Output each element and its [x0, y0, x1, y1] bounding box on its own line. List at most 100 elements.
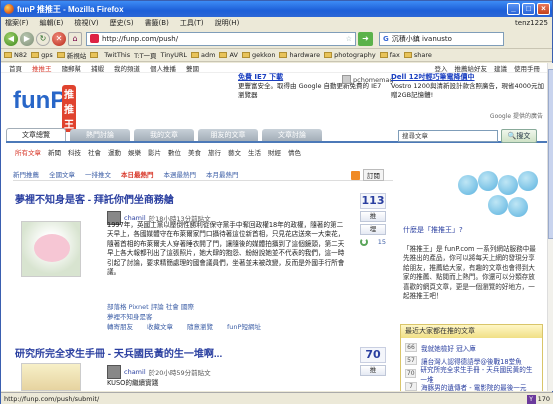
home-button[interactable]: ⌂ [68, 31, 82, 46]
bookmark-item[interactable]: hardware [279, 51, 320, 59]
category-item[interactable]: 旅行 [208, 147, 221, 158]
category-item[interactable]: 社會 [88, 147, 101, 158]
vertical-scrollbar[interactable] [547, 63, 553, 391]
site-search-button[interactable]: 🔍搜文 [501, 129, 537, 143]
bookmark-item[interactable]: adm [191, 51, 215, 59]
subtab-item[interactable]: 一排推文 [85, 169, 111, 180]
pchome-badge[interactable]: pchomemag [342, 75, 394, 84]
short-url-link[interactable]: funP短網址 [227, 321, 261, 331]
scrollbar-thumb[interactable] [548, 69, 553, 239]
category-item[interactable]: 科技 [68, 147, 81, 158]
ad-dell-link[interactable]: Dell 12吋輕巧筆電降價中 [391, 73, 546, 82]
category-item[interactable]: 娛樂 [128, 147, 141, 158]
topnav-item[interactable]: 隨郵幫 [62, 63, 82, 73]
story-title[interactable]: 研究所完全求生手冊 - 天兵國民黃的生一堆啊... [15, 345, 391, 360]
category-item[interactable]: 財經 [268, 147, 281, 158]
manual-link[interactable]: 使用手冊 [514, 63, 540, 73]
story-thumbnail[interactable] [21, 363, 81, 391]
menu-bookmarks[interactable]: 書籤(B) [145, 18, 169, 28]
google-ads-label[interactable]: Google 提供的廣告 [490, 111, 543, 120]
category-item[interactable]: 影片 [148, 147, 161, 158]
bookmark-item[interactable]: photography [324, 51, 376, 59]
avatar[interactable] [107, 365, 121, 379]
topnav-push[interactable]: 推推王 [32, 63, 52, 73]
bookmark-item[interactable]: TinyURL [161, 51, 187, 59]
tab-overview[interactable]: 文章總覽 [6, 128, 66, 141]
forward-link[interactable]: 轉寄朋友 [107, 321, 133, 331]
story-thumbnail[interactable] [21, 221, 81, 277]
tab-hot-discussion[interactable]: 熱門討論 [70, 129, 130, 141]
category-item[interactable]: 藝文 [228, 147, 241, 158]
bookmark-item[interactable]: TwitThis [104, 51, 130, 59]
subtab-item[interactable]: 本週最熱門 [164, 169, 197, 180]
category-item[interactable]: 生活 [248, 147, 261, 158]
ad-dell[interactable]: Dell 12吋輕巧筆電降價中 Vostro 1200與清新設計款含照廣告，現省… [391, 73, 546, 100]
subtab-item[interactable]: 全國文章 [49, 169, 75, 180]
story-author[interactable]: chamil [124, 368, 146, 376]
category-item[interactable]: 數位 [168, 147, 181, 158]
bookmark-star-icon[interactable]: ☆ [346, 35, 352, 43]
close-button[interactable]: × [537, 3, 550, 15]
subtab-item[interactable]: 本月最熱門 [206, 169, 239, 180]
topnav-item[interactable]: 個人推播 [150, 63, 176, 73]
subtab-today-hot[interactable]: 本日最熱門 [121, 169, 154, 180]
recommend-link[interactable]: 推薦給好友 [455, 63, 488, 73]
forward-button[interactable]: ▶ [20, 31, 34, 46]
category-all[interactable]: 所有文章 [15, 147, 41, 158]
menu-view[interactable]: 檢視(V) [74, 18, 98, 28]
tab-article-discussion[interactable]: 文章討論 [262, 129, 322, 141]
browse-link[interactable]: 隨意瀏覽 [187, 321, 213, 331]
google-icon[interactable]: G [383, 35, 389, 43]
bookmark-item[interactable]: 新視站 [56, 50, 86, 60]
category-item[interactable]: 情色 [288, 147, 301, 158]
category-item[interactable]: 新聞 [48, 147, 61, 158]
subscribe-button[interactable]: 訂閱 [363, 169, 384, 181]
list-item[interactable]: 7 海豚男的遺傳者 - 電影院的最後一元 [405, 380, 538, 391]
topnav-item[interactable]: 雙國 [186, 63, 199, 73]
login-link[interactable]: 登入 [435, 63, 448, 73]
category-item[interactable]: 美食 [188, 147, 201, 158]
feedback-link[interactable]: 建議 [494, 63, 507, 73]
address-bar[interactable]: http://funp.com/push/ ☆ [86, 31, 356, 46]
yslow-indicator[interactable]: Y 170 [526, 394, 550, 404]
tab-friends-articles[interactable]: 朋友的文章 [198, 129, 258, 141]
bookmark-item[interactable]: T:T一頁 [134, 50, 156, 60]
list-item[interactable]: 70 研究所完全求生手冊 - 天兵國民黃的生一堆 [405, 366, 538, 384]
menu-tools[interactable]: 工具(T) [180, 18, 204, 28]
bookmark-item[interactable]: N82 [4, 51, 27, 59]
category-item[interactable]: 運動 [108, 147, 121, 158]
topnav-item[interactable]: 捕蝦 [91, 63, 104, 73]
maximize-button[interactable]: □ [522, 3, 535, 15]
subtab-item[interactable]: 新門推薦 [13, 169, 39, 180]
bury-button[interactable]: 埋 [360, 224, 386, 235]
minimize-button[interactable]: _ [507, 3, 520, 15]
reload-button[interactable]: ↻ [36, 31, 50, 46]
bookmark-item[interactable] [90, 52, 100, 58]
funp-logo[interactable]: funP 推推王 [13, 85, 76, 132]
bookmark-item[interactable]: fax [379, 51, 400, 59]
topnav-item[interactable]: 我的頻道 [114, 63, 140, 73]
toolbar-username[interactable]: tenz1225 [515, 19, 548, 27]
menu-history[interactable]: 歷史(S) [110, 18, 134, 28]
bookmark-item[interactable]: AV [219, 51, 238, 59]
push-button[interactable]: 推 [360, 211, 386, 222]
bookmark-item[interactable]: gps [31, 51, 53, 59]
tab-my-articles[interactable]: 我的文章 [134, 129, 194, 141]
story-title[interactable]: 夢裡不知身是客 - 拜託你們坐商務艙 [15, 191, 391, 206]
subscribe[interactable]: 訂閱 [351, 169, 384, 181]
bookmark-item[interactable]: gekkon [241, 51, 275, 59]
go-button[interactable]: ➜ [358, 31, 373, 46]
stop-button[interactable]: ✕ [52, 31, 66, 46]
list-item[interactable]: 66 我就她檢好 冠入庫 [405, 341, 538, 354]
story-subtag[interactable]: 夢裡不知身是客 [107, 311, 153, 321]
push-button[interactable]: 推 [360, 365, 386, 376]
menu-file[interactable]: 檔案(F) [5, 18, 29, 28]
sidebar-hero-title[interactable]: 什麼是「推推王」? [403, 225, 463, 235]
menu-help[interactable]: 說明(H) [215, 18, 240, 28]
bookmark-item[interactable]: share [403, 51, 432, 59]
topnav-home[interactable]: 首頁 [9, 63, 22, 73]
menu-edit[interactable]: 編輯(E) [40, 18, 64, 28]
comment-count[interactable]: 15 [360, 238, 386, 246]
site-search-input[interactable]: 搜尋文章 [398, 130, 498, 142]
collect-link[interactable]: 收藏文章 [147, 321, 173, 331]
